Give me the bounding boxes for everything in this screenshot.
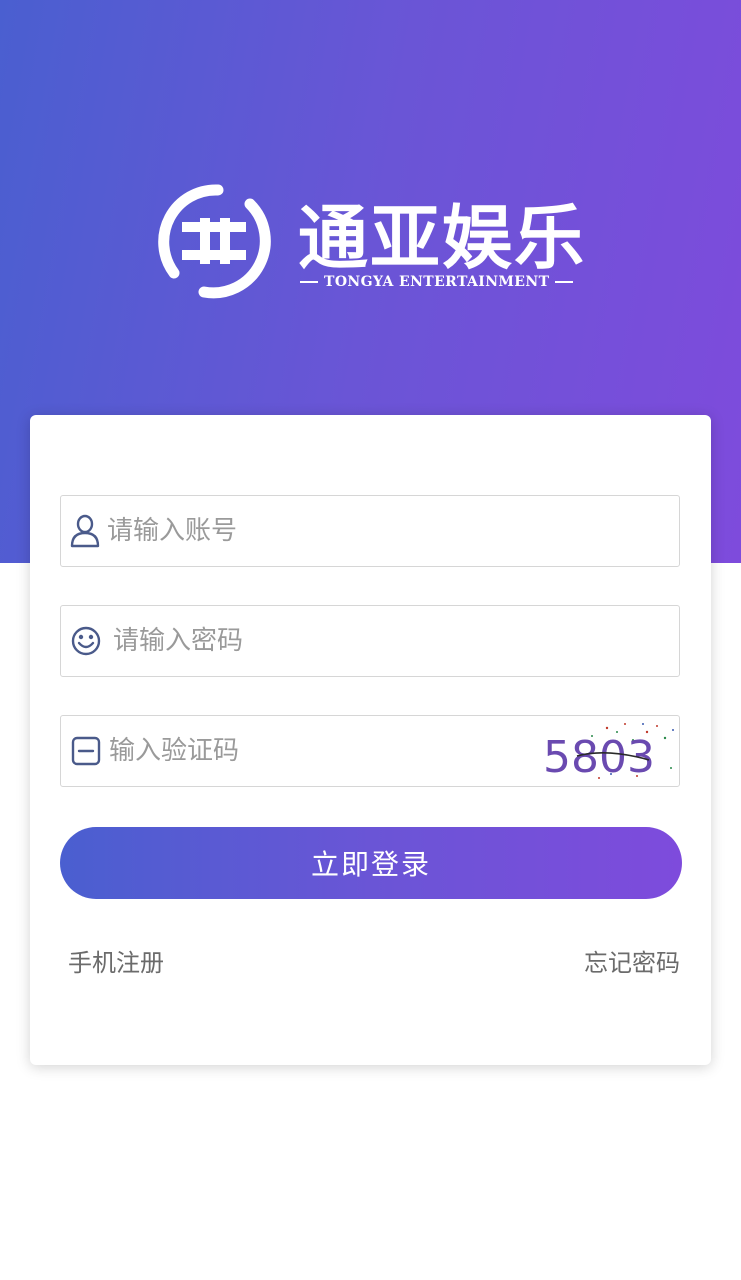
brand-subtitle-text: TONGYA ENTERTAINMENT — [324, 274, 550, 290]
brand-logo: 通亚娱乐 TONGYA ENTERTAINMENT — [152, 178, 584, 308]
user-icon — [70, 514, 100, 548]
brand-name: 通亚娱乐 — [298, 197, 586, 279]
password-field[interactable] — [60, 605, 680, 677]
captcha-field[interactable]: 5803 — [60, 715, 680, 787]
minus-box-icon — [71, 736, 101, 766]
subtitle-dash-left — [300, 281, 318, 283]
login-button[interactable]: 立即登录 — [60, 827, 682, 899]
password-input[interactable] — [113, 606, 667, 676]
subtitle-dash-right — [555, 281, 574, 283]
login-card: 5803 立即登录 手机注册 忘记密码 — [30, 415, 711, 1065]
register-link[interactable]: 手机注册 — [68, 943, 164, 978]
smiley-icon — [71, 626, 101, 656]
username-field[interactable] — [60, 495, 680, 567]
username-input[interactable] — [107, 496, 667, 566]
captcha-image[interactable]: 5803 — [537, 718, 677, 786]
logo-mark-icon — [158, 184, 271, 299]
forgot-password-link[interactable]: 忘记密码 — [584, 943, 680, 978]
captcha-input[interactable] — [109, 716, 529, 786]
brand-subtitle: TONGYA ENTERTAINMENT — [300, 274, 574, 290]
